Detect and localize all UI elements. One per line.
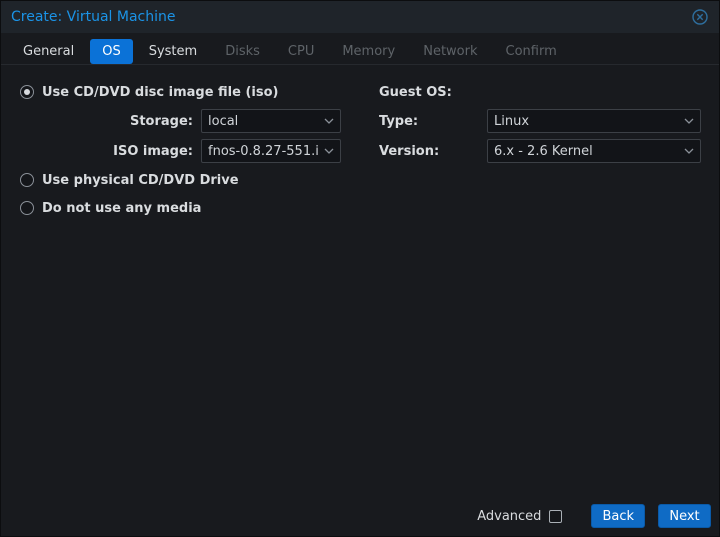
- media-column: Use CD/DVD disc image file (iso) Storage…: [13, 81, 365, 225]
- tab-bar: General OS System Disks CPU Memory Netwo…: [1, 33, 719, 65]
- guest-os-heading: Guest OS:: [379, 81, 701, 103]
- os-version-select[interactable]: 6.x - 2.6 Kernel: [487, 139, 701, 163]
- tab-network: Network: [411, 39, 489, 64]
- chevron-down-icon: [324, 118, 334, 124]
- storage-value: local: [208, 114, 318, 129]
- iso-image-select[interactable]: fnos-0.8.27-551.iso: [201, 139, 341, 163]
- radio-use-iso[interactable]: Use CD/DVD disc image file (iso): [20, 81, 365, 103]
- os-type-label: Type:: [379, 114, 487, 129]
- tab-disks: Disks: [213, 39, 272, 64]
- tab-general[interactable]: General: [11, 39, 86, 64]
- os-type-value: Linux: [494, 114, 678, 129]
- radio-physical-drive[interactable]: Use physical CD/DVD Drive: [20, 169, 365, 191]
- back-button[interactable]: Back: [591, 504, 645, 528]
- radio-no-media[interactable]: Do not use any media: [20, 197, 365, 219]
- dialog-title: Create: Virtual Machine: [11, 9, 176, 25]
- iso-image-row: ISO image: fnos-0.8.27-551.iso: [13, 139, 365, 163]
- create-vm-dialog: Create: Virtual Machine General OS Syste…: [0, 0, 720, 537]
- next-button[interactable]: Next: [658, 504, 711, 528]
- os-type-select[interactable]: Linux: [487, 109, 701, 133]
- radio-use-iso-label: Use CD/DVD disc image file (iso): [42, 85, 278, 100]
- chevron-down-icon: [684, 118, 694, 124]
- radio-selected-icon: [20, 85, 34, 99]
- tab-system[interactable]: System: [137, 39, 209, 64]
- guest-os-column: Guest OS: Type: Linux Version: 6.x - 2.6…: [379, 81, 701, 225]
- storage-label: Storage:: [13, 114, 201, 129]
- tab-cpu: CPU: [276, 39, 326, 64]
- tab-confirm: Confirm: [494, 39, 569, 64]
- storage-select[interactable]: local: [201, 109, 341, 133]
- storage-row: Storage: local: [13, 109, 365, 133]
- dialog-titlebar: Create: Virtual Machine: [1, 1, 719, 33]
- radio-unselected-icon: [20, 173, 34, 187]
- tab-os[interactable]: OS: [90, 39, 132, 64]
- dialog-content: Use CD/DVD disc image file (iso) Storage…: [1, 65, 719, 225]
- radio-no-media-label: Do not use any media: [42, 201, 201, 216]
- os-version-value: 6.x - 2.6 Kernel: [494, 144, 678, 159]
- chevron-down-icon: [684, 148, 694, 154]
- os-version-row: Version: 6.x - 2.6 Kernel: [379, 139, 701, 163]
- advanced-label: Advanced: [477, 509, 541, 524]
- iso-image-value: fnos-0.8.27-551.iso: [208, 144, 318, 159]
- advanced-checkbox[interactable]: [549, 510, 562, 523]
- tab-memory: Memory: [330, 39, 407, 64]
- radio-unselected-icon: [20, 201, 34, 215]
- close-icon[interactable]: [691, 8, 709, 26]
- os-version-label: Version:: [379, 144, 487, 159]
- dialog-footer: Advanced Back Next: [477, 504, 711, 528]
- radio-physical-drive-label: Use physical CD/DVD Drive: [42, 173, 239, 188]
- chevron-down-icon: [324, 148, 334, 154]
- os-type-row: Type: Linux: [379, 109, 701, 133]
- iso-image-label: ISO image:: [13, 144, 201, 159]
